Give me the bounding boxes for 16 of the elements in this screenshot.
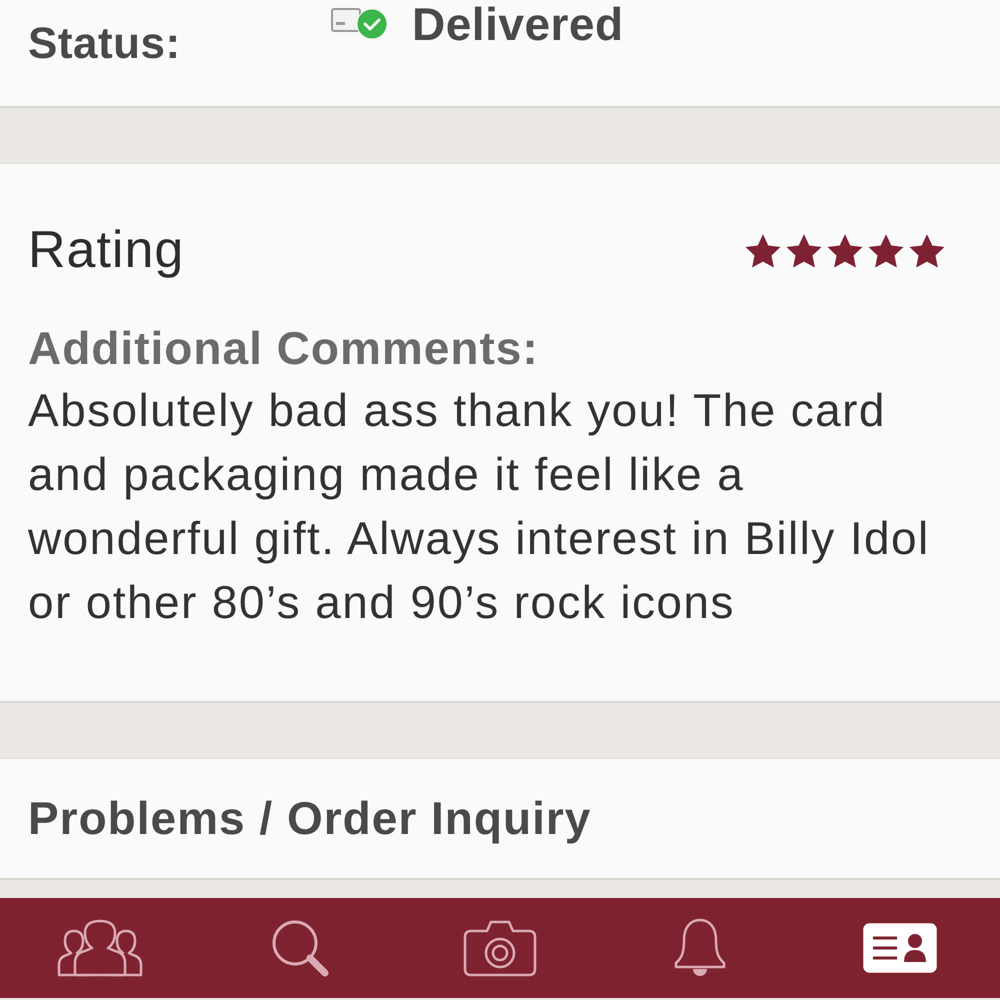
star-icon bbox=[786, 234, 822, 268]
search-icon bbox=[270, 918, 330, 978]
people-icon bbox=[55, 919, 145, 977]
rating-title: Rating bbox=[28, 222, 184, 280]
status-label: Status: bbox=[28, 20, 182, 68]
star-icon bbox=[827, 234, 863, 268]
comment-text: Absolutely bad ass thank you! The card and packaging made it feel like a wonderful gift. Always interest in Billy Idol or other 80’s and 90’s rock icons bbox=[28, 382, 931, 630]
star-icon bbox=[868, 234, 904, 268]
order-inquiry-item[interactable]: Problems / Order Inquiry bbox=[28, 793, 592, 844]
camera-icon bbox=[463, 919, 537, 977]
box-check-icon bbox=[330, 7, 388, 42]
star-icon bbox=[745, 234, 781, 268]
comments-label: Additional Comments: bbox=[28, 323, 540, 374]
status-value: Delivered bbox=[412, 0, 624, 48]
star-icon bbox=[909, 234, 945, 268]
id-card-icon bbox=[863, 923, 937, 973]
